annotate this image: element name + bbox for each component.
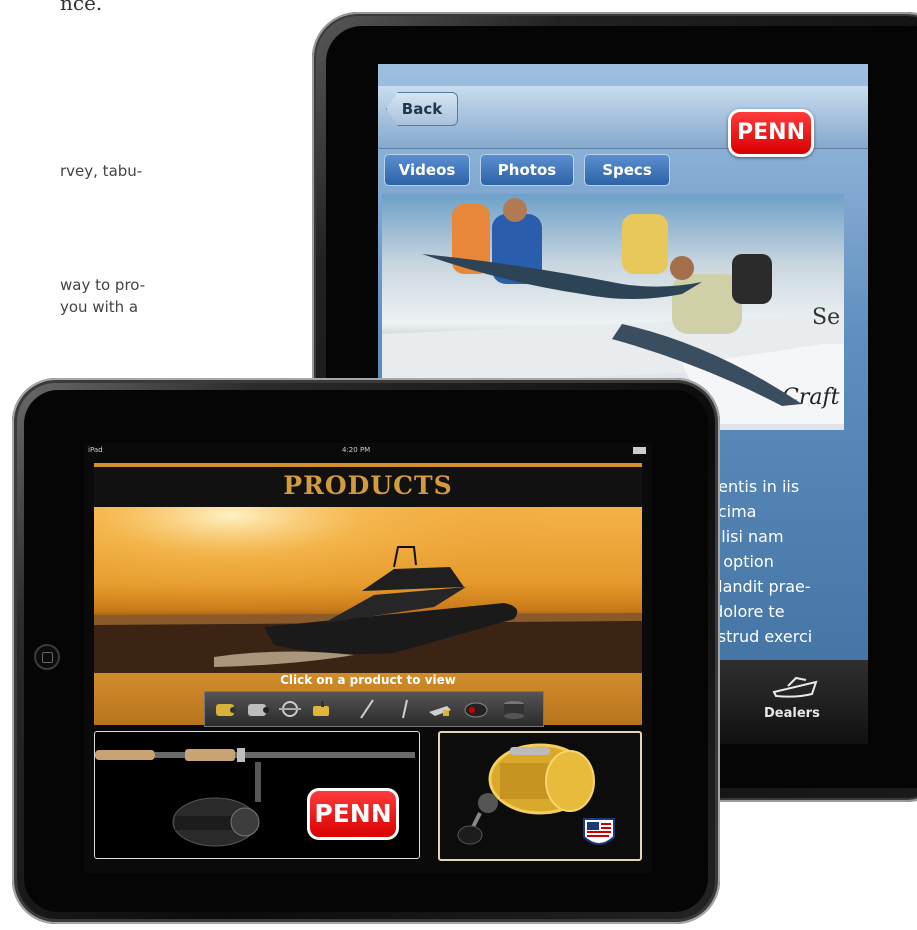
rod-thumbnail[interactable] (393, 698, 419, 720)
back-button[interactable]: Back (386, 92, 458, 126)
bg-text-line: rvey, tabu- (60, 162, 143, 180)
reel-thumbnail[interactable] (309, 698, 335, 720)
reel-thumbnail[interactable] (245, 698, 271, 720)
battery-icon (633, 447, 646, 454)
page-title: PRODUCTS (283, 471, 453, 500)
product-thumbnail-strip (204, 691, 544, 727)
videos-button[interactable]: Videos (384, 154, 470, 186)
bg-text-line: way to pro- (60, 276, 146, 294)
penn-logo: PENN (307, 788, 399, 840)
sunset-boat-image (94, 507, 642, 673)
case-thumbnail[interactable] (463, 698, 489, 720)
sunset-boat-illustration (94, 507, 642, 673)
tab-dealers[interactable]: Dealers (764, 706, 820, 721)
gold-reel-image (457, 743, 615, 845)
products-panel: PRODUCTS Click on a product to view (94, 463, 642, 727)
line-spool-thumbnail[interactable] (501, 698, 527, 720)
spinning-rod-tile[interactable]: PENN (94, 731, 420, 859)
home-button[interactable] (34, 644, 60, 670)
svg-text:Se: Se (812, 305, 840, 330)
conventional-reel-tile[interactable] (438, 731, 642, 861)
products-screen: iPad 4:20 PM PRODUCTS Click on a product… (84, 443, 652, 873)
hint-text: Click on a product to view (280, 673, 456, 687)
reel-thumbnail[interactable] (277, 698, 303, 720)
boat-icon[interactable] (766, 672, 826, 702)
bg-text-heading: nce. (60, 0, 103, 15)
specs-button[interactable]: Specs (584, 154, 670, 186)
photos-button[interactable]: Photos (480, 154, 574, 186)
device-label: iPad (88, 446, 103, 454)
penn-logo: PENN (728, 109, 814, 157)
lure-thumbnail[interactable] (427, 698, 453, 720)
status-bar: iPad 4:20 PM (84, 443, 652, 457)
bg-text-line: you with a (60, 298, 139, 316)
status-time: 4:20 PM (342, 446, 371, 454)
rod-thumbnail[interactable] (355, 698, 381, 720)
reel-thumbnail[interactable] (213, 698, 239, 720)
product-description: gentis in iis ecima cilisi nam d option … (708, 477, 813, 646)
